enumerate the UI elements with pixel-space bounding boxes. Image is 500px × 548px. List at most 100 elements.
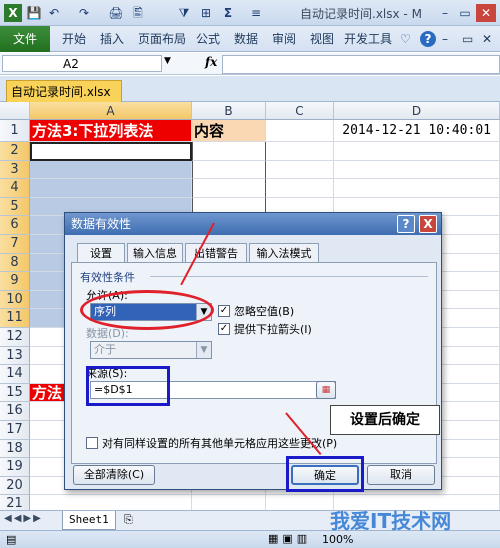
save-icon[interactable]: 💾 (26, 4, 42, 22)
column-header-d[interactable]: D (334, 102, 500, 120)
validation-criteria-label: 有效性条件 (80, 271, 135, 284)
dialog-close-button[interactable]: X (419, 215, 437, 233)
row-header[interactable]: 15 (0, 383, 30, 403)
undo-icon[interactable]: ↶ (46, 4, 62, 22)
maximize-icon[interactable]: ▭ (456, 4, 474, 22)
new-sheet-icon[interactable]: ⎘ (124, 513, 133, 527)
row-header[interactable]: 20 (0, 476, 30, 496)
tab-formulas[interactable]: 公式 (196, 26, 220, 52)
cell[interactable] (334, 160, 500, 180)
borders-icon[interactable]: ⊞ (198, 4, 214, 22)
row-header[interactable]: 7 (0, 235, 30, 254)
dialog-help-button[interactable]: ? (397, 215, 415, 233)
cell[interactable] (30, 142, 192, 161)
title-bar: X 💾 ↶ ↷ 🖨 🖺 ⧩ ⊞ Σ ≡ 自动记录时间.xlsx - M – ▭ … (0, 0, 500, 26)
tab-data[interactable]: 数据 (234, 26, 258, 52)
row-header[interactable]: 1 (0, 120, 30, 142)
window-title: 自动记录时间.xlsx - M (300, 7, 422, 21)
row-header[interactable]: 17 (0, 421, 30, 440)
restore-icon[interactable]: ▭ (462, 26, 473, 52)
clear-all-button[interactable]: 全部清除(C) (73, 465, 155, 485)
tab-ime-mode[interactable]: 输入法模式 (249, 243, 319, 263)
dropdown-checkbox[interactable]: ✓ (218, 323, 230, 335)
range-select-icon[interactable]: ▦ (316, 381, 336, 399)
dropdown-label: 提供下拉箭头(I) (234, 323, 312, 336)
cell[interactable] (266, 495, 334, 510)
annotation-note: 设置后确定 (330, 405, 440, 435)
cell[interactable] (30, 160, 192, 180)
tab-home[interactable]: 开始 (62, 26, 86, 52)
workbook-tab[interactable]: 自动记录时间.xlsx (6, 80, 122, 103)
redo-icon[interactable]: ↷ (76, 4, 92, 22)
cell[interactable] (266, 142, 334, 161)
cell[interactable] (192, 142, 266, 161)
select-all-corner[interactable] (0, 102, 30, 120)
row-header[interactable]: 18 (0, 439, 30, 459)
ignore-blank-checkbox[interactable]: ✓ (218, 305, 230, 317)
align-icon[interactable]: ≡ (248, 4, 264, 22)
apply-all-checkbox[interactable] (86, 437, 98, 449)
ribbon-collapse-icon[interactable]: ♡ (400, 26, 411, 52)
row-header[interactable]: 16 (0, 402, 30, 421)
insert-function-icon[interactable]: fx (205, 55, 217, 69)
macro-record-icon[interactable]: ▤ (6, 533, 16, 546)
formula-bar: A2 ▼ fx (0, 53, 500, 75)
cell[interactable] (334, 142, 500, 161)
sheet-tab-sheet1[interactable]: Sheet1 (62, 511, 116, 530)
tab-page-layout[interactable]: 页面布局 (138, 26, 186, 52)
row-header[interactable]: 3 (0, 160, 30, 180)
row-header[interactable]: 14 (0, 365, 30, 384)
formula-input[interactable] (222, 55, 500, 74)
row-header[interactable]: 19 (0, 458, 30, 477)
row-header[interactable]: 10 (0, 290, 30, 310)
row-header[interactable]: 11 (0, 309, 30, 328)
tab-developer[interactable]: 开发工具 (344, 26, 392, 52)
cell[interactable] (266, 160, 334, 180)
minimize-icon[interactable]: – (436, 4, 454, 22)
cell[interactable] (334, 179, 500, 198)
row-header[interactable]: 6 (0, 216, 30, 235)
row-header[interactable]: 21 (0, 495, 30, 510)
row-header[interactable]: 4 (0, 179, 30, 198)
zoom-level[interactable]: 100% (322, 533, 353, 546)
print-preview-icon[interactable]: 🖨 (108, 4, 124, 22)
close-workbook-icon[interactable]: ✕ (482, 26, 492, 52)
cell[interactable] (266, 120, 334, 142)
cell[interactable] (192, 160, 266, 180)
name-box-dropdown-icon[interactable]: ▼ (164, 56, 171, 66)
row-header[interactable]: 5 (0, 197, 30, 217)
cell[interactable]: 2014-12-21 10:40:01 (334, 120, 500, 142)
cell-b1[interactable]: 内容 (192, 120, 266, 142)
cancel-button[interactable]: 取消 (367, 465, 435, 485)
cell-a1[interactable]: 方法3:下拉列表法 (30, 120, 192, 142)
tab-input-message[interactable]: 输入信息 (127, 243, 183, 263)
cell[interactable] (266, 179, 334, 198)
filter-icon[interactable]: ⧩ (176, 4, 192, 22)
cell[interactable] (30, 179, 192, 198)
close-window-icon[interactable]: ✕ (476, 4, 496, 22)
row-header[interactable]: 12 (0, 328, 30, 347)
autosum-icon[interactable]: Σ (220, 4, 236, 22)
print-icon[interactable]: 🖺 (130, 4, 146, 22)
tab-review[interactable]: 审阅 (272, 26, 296, 52)
tab-view[interactable]: 视图 (310, 26, 334, 52)
tab-settings[interactable]: 设置 (77, 243, 125, 264)
name-box[interactable]: A2 (2, 55, 162, 72)
tab-insert[interactable]: 插入 (100, 26, 124, 52)
row-header[interactable]: 13 (0, 346, 30, 366)
column-header-b[interactable]: B (192, 102, 266, 120)
row-header[interactable]: 9 (0, 272, 30, 291)
row-header[interactable]: 2 (0, 142, 30, 161)
minimize-ribbon-icon[interactable]: – (442, 26, 448, 52)
allow-highlight-ellipse (80, 290, 214, 330)
tab-file[interactable]: 文件 (0, 26, 50, 52)
view-mode-icons[interactable]: ▦▣▥ (268, 532, 311, 545)
cell[interactable] (192, 179, 266, 198)
cell[interactable] (192, 495, 266, 510)
help-icon[interactable]: ? (420, 31, 436, 47)
column-header-a[interactable]: A (30, 102, 192, 120)
row-header[interactable]: 8 (0, 253, 30, 273)
column-header-c[interactable]: C (266, 102, 334, 120)
cell[interactable] (30, 495, 192, 510)
sheet-nav-icon[interactable]: ◀◀▶▶ (4, 513, 43, 524)
